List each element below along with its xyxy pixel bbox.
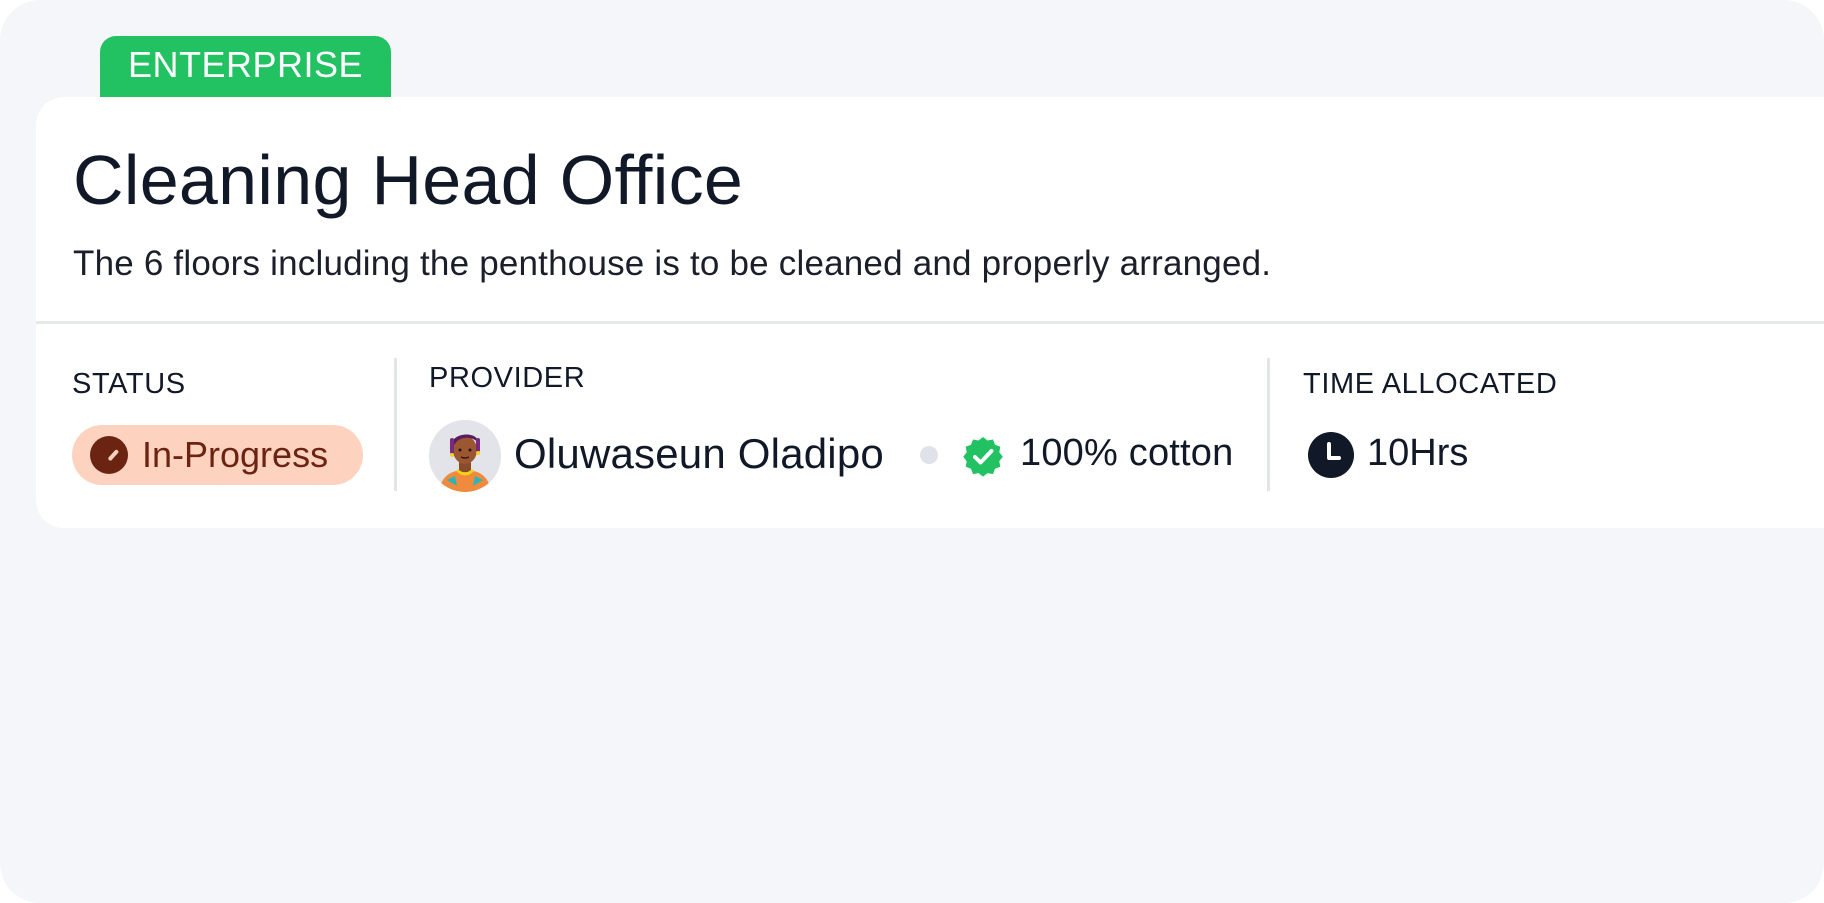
avatar-illustration [429,420,501,492]
page-frame: ENTERPRISE Cleaning Head Office The 6 fl… [0,0,1824,903]
job-card[interactable]: Cleaning Head Office The 6 floors includ… [36,97,1824,528]
provider-name[interactable]: Oluwaseun Oladipo [514,430,884,478]
avatar[interactable] [429,420,501,492]
status-badge: In-Progress [72,425,363,485]
tier-badge-label: ENTERPRISE [127,44,364,85]
column-divider [1267,358,1270,491]
progress-icon [90,436,128,474]
job-description: The 6 floors including the penthouse is … [73,244,1272,283]
job-title: Cleaning Head Office [73,141,744,219]
time-allocated-value: 10Hrs [1367,432,1469,474]
separator-dot [920,446,938,464]
verified-badge-icon [963,437,1003,477]
provider-label: PROVIDER [429,362,586,394]
time-allocated-label: TIME ALLOCATED [1303,368,1558,400]
tier-badge: ENTERPRISE [100,36,391,98]
card-divider [36,321,1824,324]
provider-material: 100% cotton [1020,432,1234,474]
column-divider [394,358,397,491]
status-label: STATUS [72,368,186,400]
clock-icon [1308,432,1354,478]
status-value: In-Progress [142,434,329,475]
